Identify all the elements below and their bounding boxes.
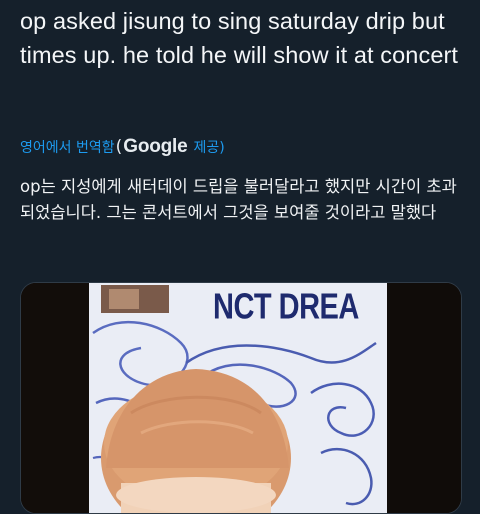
poster-sign-text: NCT DREA (213, 287, 359, 327)
tweet-text: op asked jisung to sing saturday drip bu… (20, 8, 459, 68)
provided-label: 제공) (193, 140, 225, 156)
provider-paren: ( (115, 137, 123, 157)
translated-from-label[interactable]: 영어에서 번역함 (20, 137, 115, 157)
google-logo: Google (123, 136, 188, 157)
translation-attribution[interactable]: 영어에서 번역함 ( Google 제공) (20, 134, 225, 160)
tweet: op asked jisung to sing saturday drip bu… (0, 0, 480, 514)
translated-text: op는 지성에게 새터데이 드립을 불러달라고 했지만 시간이 초과되었습니다.… (20, 177, 457, 222)
tweet-media-video[interactable]: NCT DREA (20, 282, 462, 514)
